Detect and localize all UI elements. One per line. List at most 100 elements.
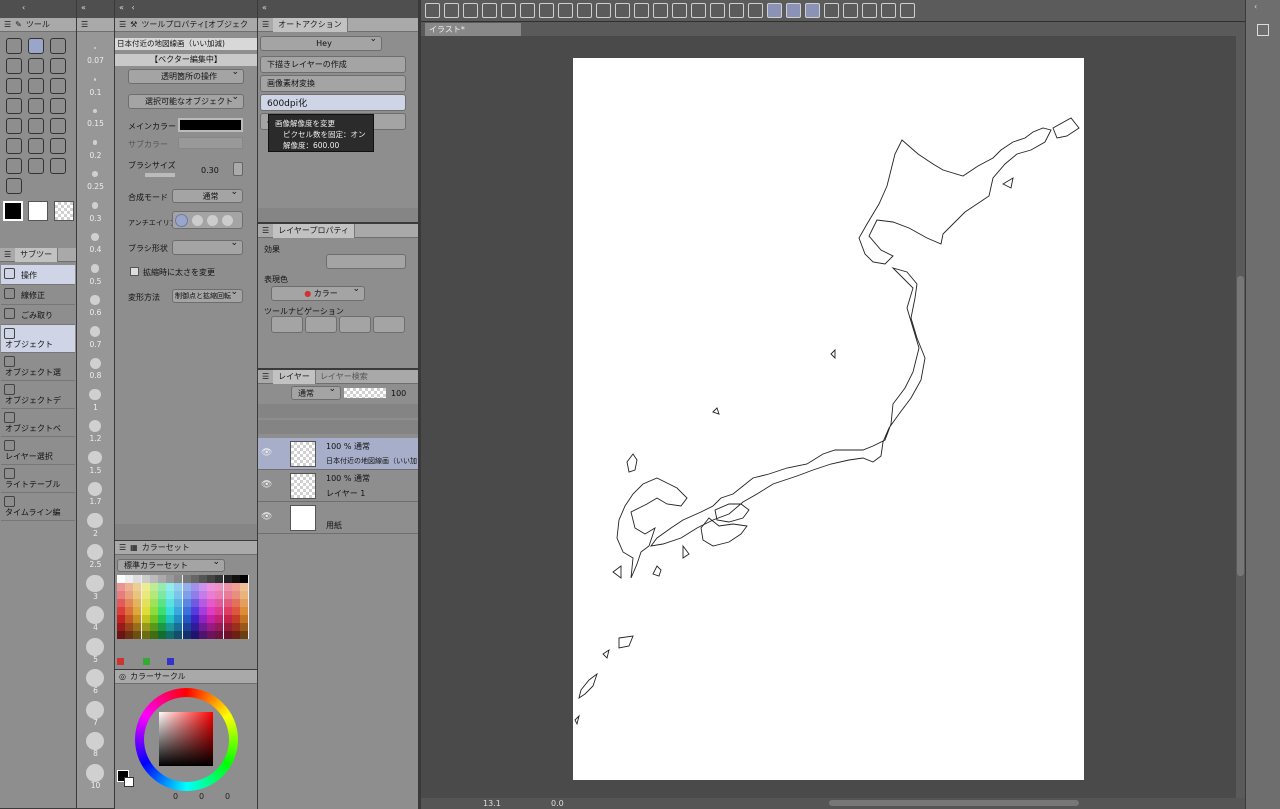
- color-swatch[interactable]: [158, 599, 166, 607]
- layer-property-tab[interactable]: レイヤープロパティ: [273, 224, 355, 238]
- color-swatch[interactable]: [223, 623, 232, 631]
- canvas-tab[interactable]: イラスト*: [425, 23, 521, 36]
- tool-icon[interactable]: [50, 118, 66, 134]
- color-swatch[interactable]: [190, 575, 199, 583]
- color-swatch[interactable]: [199, 631, 207, 639]
- subtool-item-5[interactable]: オブジェクトデ: [1, 381, 75, 409]
- layer-row-1[interactable]: 👁 100 % 通常 レイヤー 1: [258, 470, 418, 502]
- color-swatch[interactable]: [125, 591, 134, 599]
- color-swatch[interactable]: [240, 623, 248, 631]
- aa-strong-option[interactable]: [222, 215, 233, 226]
- subtool-item-7[interactable]: レイヤー選択: [1, 437, 75, 465]
- subtool-item-2[interactable]: ごみ取り: [1, 305, 75, 325]
- command-icon[interactable]: [691, 3, 706, 18]
- tool-icon[interactable]: [28, 138, 44, 154]
- color-swatch[interactable]: [182, 615, 191, 623]
- command-icon[interactable]: [729, 3, 744, 18]
- tool-icon[interactable]: [28, 98, 44, 114]
- action-item-0[interactable]: 下描きレイヤーの作成: [260, 56, 406, 73]
- color-swatch[interactable]: [231, 615, 240, 623]
- color-swatch[interactable]: [133, 631, 142, 639]
- tool-icon[interactable]: [6, 58, 22, 74]
- color-swatch[interactable]: [117, 607, 125, 615]
- color-swatch[interactable]: [182, 575, 191, 583]
- tool-icon[interactable]: [6, 38, 22, 54]
- color-swatch[interactable]: [158, 591, 166, 599]
- opacity-value[interactable]: 100: [391, 389, 406, 398]
- color-swatch[interactable]: [199, 623, 207, 631]
- color-swatch[interactable]: [207, 583, 216, 591]
- color-swatch[interactable]: [158, 623, 166, 631]
- command-icon[interactable]: [634, 3, 649, 18]
- color-swatch[interactable]: [223, 631, 232, 639]
- color-swatch[interactable]: [190, 599, 199, 607]
- color-swatch[interactable]: [199, 607, 207, 615]
- color-swatch[interactable]: [182, 583, 191, 591]
- color-swatch[interactable]: [223, 575, 232, 583]
- collapse-arrow-icon[interactable]: ‹: [1254, 2, 1257, 11]
- menu-icon[interactable]: ☰: [119, 543, 126, 552]
- color-swatch[interactable]: [117, 591, 125, 599]
- color-swatch[interactable]: [174, 615, 183, 623]
- subtool-item-0[interactable]: 操作: [1, 265, 75, 285]
- tool-icon[interactable]: [6, 98, 22, 114]
- scale-checkbox[interactable]: [130, 267, 139, 276]
- layer-blend-select[interactable]: 通常: [291, 384, 341, 400]
- color-swatch[interactable]: [125, 623, 134, 631]
- color-swatch[interactable]: [133, 607, 142, 615]
- menu-icon[interactable]: ☰: [262, 372, 269, 381]
- brush-size-value[interactable]: 0.30: [201, 166, 219, 175]
- color-swatch[interactable]: [215, 575, 224, 583]
- color-swatch[interactable]: [223, 599, 232, 607]
- command-icon[interactable]: [482, 3, 497, 18]
- color-swatch[interactable]: [223, 583, 232, 591]
- brush-size-preset[interactable]: 0.3: [77, 192, 114, 224]
- main-color-swatch[interactable]: [3, 201, 23, 221]
- color-swatch[interactable]: [215, 583, 224, 591]
- color-swatch[interactable]: [158, 615, 166, 623]
- color-swatch[interactable]: [149, 607, 158, 615]
- nav-button-4[interactable]: [373, 316, 405, 333]
- tool-icon[interactable]: [6, 158, 22, 174]
- menu-icon[interactable]: ☰: [119, 20, 126, 29]
- color-swatch[interactable]: [158, 575, 166, 583]
- action-set-select[interactable]: Hey: [260, 34, 382, 51]
- color-swatch[interactable]: [133, 599, 142, 607]
- color-swatch[interactable]: [125, 607, 134, 615]
- color-swatch[interactable]: [215, 631, 224, 639]
- paper[interactable]: [573, 58, 1084, 780]
- canvas-area[interactable]: [421, 36, 1236, 798]
- menu-icon[interactable]: ☰: [262, 226, 269, 235]
- color-swatch[interactable]: [141, 591, 150, 599]
- color-swatch[interactable]: [141, 631, 150, 639]
- eye-icon[interactable]: 👁: [261, 512, 272, 522]
- color-swatch[interactable]: [215, 607, 224, 615]
- tool-icon[interactable]: [28, 158, 44, 174]
- command-icon[interactable]: [710, 3, 725, 18]
- color-swatch[interactable]: [223, 615, 232, 623]
- color-swatch[interactable]: [190, 631, 199, 639]
- brush-size-preset[interactable]: 3: [77, 570, 114, 602]
- transform-select[interactable]: 制御点と拡縮回転: [172, 287, 243, 303]
- color-swatch[interactable]: [125, 599, 134, 607]
- color-swatch[interactable]: [133, 583, 142, 591]
- effect-buttons[interactable]: [326, 254, 406, 269]
- subtool-item-3[interactable]: オブジェクト: [1, 325, 75, 353]
- transparent-color-swatch[interactable]: [54, 201, 74, 221]
- brush-size-preset[interactable]: 5: [77, 633, 114, 665]
- color-swatch[interactable]: [158, 583, 166, 591]
- color-swatch[interactable]: [215, 591, 224, 599]
- sub-color-mini[interactable]: [124, 777, 134, 787]
- color-swatch[interactable]: [199, 591, 207, 599]
- color-swatch[interactable]: [117, 575, 125, 583]
- color-swatch[interactable]: [174, 599, 183, 607]
- color-swatch[interactable]: [174, 575, 183, 583]
- color-swatch[interactable]: [231, 591, 240, 599]
- color-swatch[interactable]: [207, 631, 216, 639]
- color-swatch[interactable]: [190, 615, 199, 623]
- brush-size-preset[interactable]: 1: [77, 381, 114, 413]
- brush-size-preset[interactable]: 4: [77, 601, 114, 633]
- menu-icon[interactable]: ☰: [4, 20, 11, 29]
- command-icon[interactable]: [862, 3, 877, 18]
- color-swatch[interactable]: [223, 607, 232, 615]
